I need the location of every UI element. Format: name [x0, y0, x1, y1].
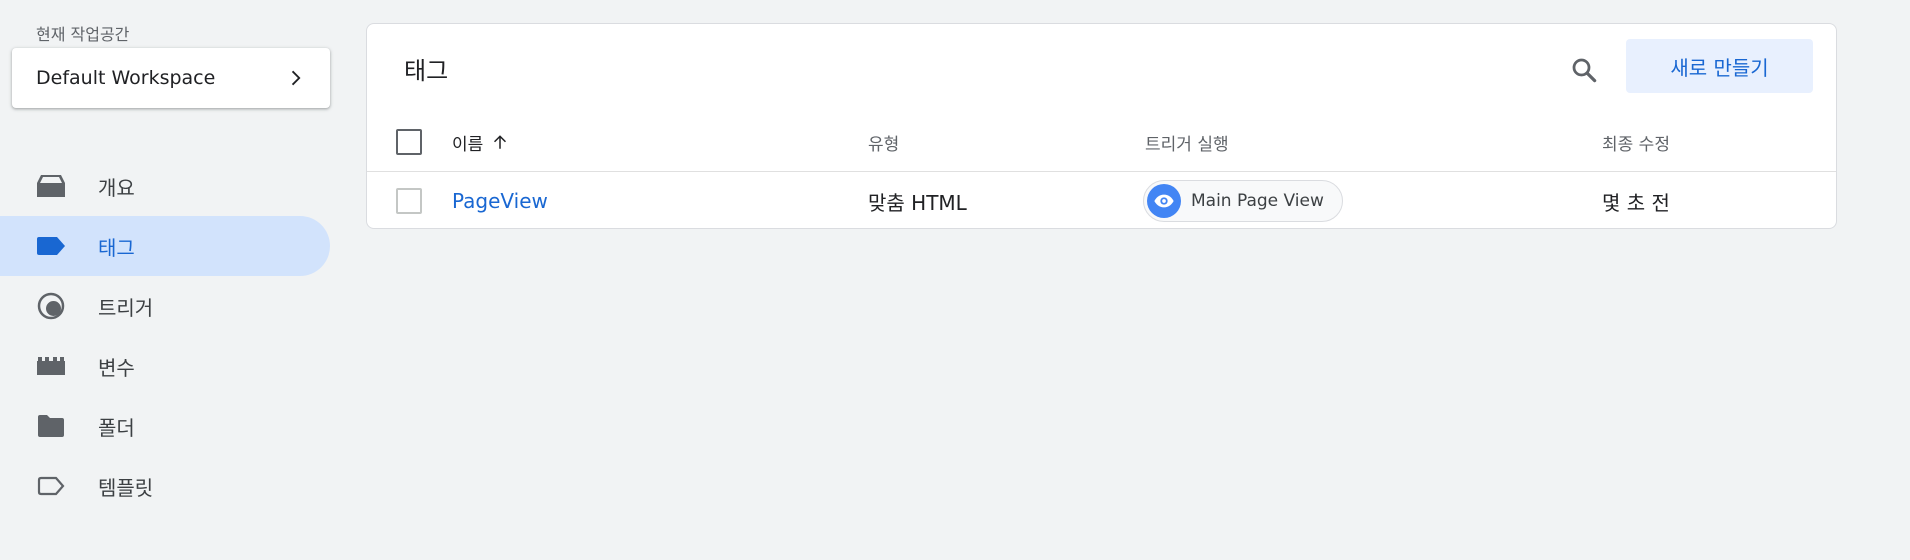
sidebar-item-templates[interactable]: 템플릿	[0, 456, 330, 516]
sidebar-item-overview[interactable]: 개요	[0, 156, 330, 216]
sidebar-item-triggers[interactable]: 트리거	[0, 276, 330, 336]
template-icon	[36, 471, 66, 501]
last-modified: 몇 초 전	[1602, 190, 1670, 215]
tag-type: 맞춤 HTML	[868, 190, 967, 215]
sidebar-item-label: 트리거	[98, 295, 154, 320]
select-all-checkbox[interactable]	[396, 129, 422, 155]
row-checkbox[interactable]	[396, 188, 422, 214]
create-new-button[interactable]: 새로 만들기	[1626, 39, 1813, 93]
trigger-icon	[36, 291, 66, 321]
column-header-trigger[interactable]: 트리거 실행	[1145, 112, 1229, 172]
search-button[interactable]	[1566, 52, 1602, 88]
sidebar-item-label: 폴더	[98, 415, 135, 440]
sidebar-item-label: 템플릿	[98, 475, 154, 500]
sidebar-item-tags[interactable]: 태그	[0, 216, 330, 276]
folder-icon	[36, 411, 66, 441]
app-root: 현재 작업공간 Default Workspace 개요 태그 트리거 변수 폴…	[0, 0, 1910, 560]
variable-icon	[36, 351, 66, 381]
workspace-caption: 현재 작업공간	[36, 25, 130, 44]
tag-icon	[36, 231, 66, 261]
workspace-selector[interactable]: Default Workspace	[12, 48, 330, 108]
column-header-label: 이름	[452, 134, 484, 155]
search-icon	[1572, 58, 1597, 83]
chevron-right-icon	[291, 70, 301, 86]
sidebar-item-folders[interactable]: 폴더	[0, 396, 330, 456]
tag-name-link[interactable]: PageView	[452, 189, 548, 213]
eye-icon	[1147, 184, 1181, 218]
workspace-name: Default Workspace	[36, 67, 216, 89]
tags-panel: 태그 새로 만들기 이름 유형 트리거 실행 최종 수정 PageView 맞춤…	[366, 23, 1837, 229]
table-row: PageView 맞춤 HTML Main Page View 몇 초 전	[367, 172, 1836, 230]
trigger-chip[interactable]: Main Page View	[1143, 180, 1343, 222]
sidebar-item-label: 변수	[98, 355, 135, 380]
column-header-name[interactable]: 이름	[452, 112, 509, 172]
trigger-name: Main Page View	[1191, 191, 1324, 211]
sidebar-nav: 개요 태그 트리거 변수 폴더 템플릿	[0, 156, 330, 516]
sidebar: 현재 작업공간 Default Workspace 개요 태그 트리거 변수 폴…	[0, 0, 342, 560]
inbox-icon	[36, 171, 66, 201]
column-header-type[interactable]: 유형	[868, 112, 899, 172]
sidebar-item-label: 태그	[98, 235, 135, 260]
sidebar-item-variables[interactable]: 변수	[0, 336, 330, 396]
page-title: 태그	[404, 57, 449, 85]
arrow-up-icon	[494, 135, 507, 149]
column-header-modified[interactable]: 최종 수정	[1602, 112, 1670, 172]
sidebar-item-label: 개요	[98, 175, 135, 200]
table-header: 이름 유형 트리거 실행 최종 수정	[367, 112, 1836, 172]
